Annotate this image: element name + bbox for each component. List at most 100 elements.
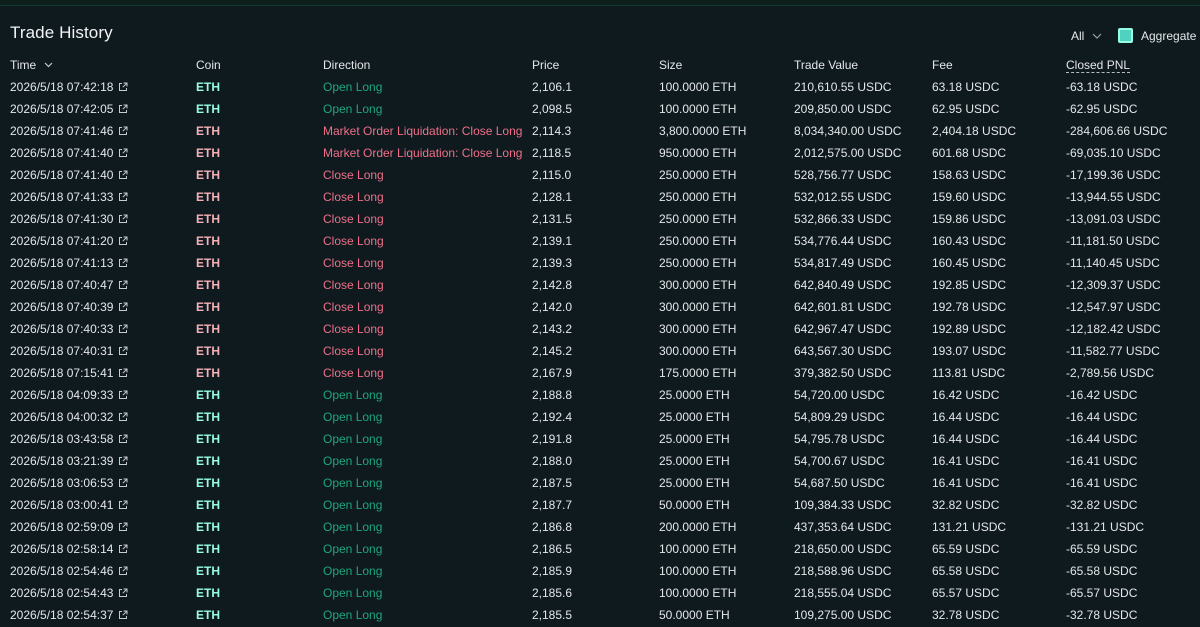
trade-time: 2026/5/18 07:42:05 [10,98,128,120]
trade-size: 100.0000 ETH [659,564,737,578]
trade-coin[interactable]: ETH [196,450,220,472]
external-link-icon[interactable] [118,566,128,576]
external-link-icon[interactable] [118,280,128,290]
external-link-icon[interactable] [118,544,128,554]
external-link-icon[interactable] [118,258,128,268]
trade-value: 532,012.55 USDC [794,190,892,204]
table-row: 2026/5/18 07:41:20 ETH Close Long 2,139.1 25… [0,230,1200,252]
column-header-time[interactable]: Time [10,54,53,76]
external-link-icon[interactable] [118,390,128,400]
column-header-price: Price [532,58,560,72]
trade-coin[interactable]: ETH [196,472,220,494]
trade-fee: 16.44 USDC [932,432,1000,446]
trade-direction: Open Long [323,520,383,534]
trade-coin[interactable]: ETH [196,494,220,516]
trade-closed-pnl: -62.95 USDC [1066,102,1138,116]
closed-pnl-tooltip-label[interactable]: Closed PNL [1066,58,1131,73]
trade-closed-pnl: -11,181.50 USDC [1066,234,1160,248]
external-link-icon[interactable] [118,170,128,180]
trade-price: 2,185.6 [532,586,573,600]
external-link-icon[interactable] [118,104,128,114]
trade-direction: Close Long [323,256,384,270]
external-link-icon[interactable] [118,522,128,532]
trade-coin[interactable]: ETH [196,76,220,98]
trade-price: 2,143.2 [532,322,573,336]
trade-time-text: 2026/5/18 07:40:31 [10,344,114,358]
external-link-icon[interactable] [118,588,128,598]
trade-coin[interactable]: ETH [196,384,220,406]
external-link-icon[interactable] [118,214,128,224]
trade-coin[interactable]: ETH [196,406,220,428]
trade-time-text: 2026/5/18 04:00:32 [10,410,114,424]
aggregate-checkbox[interactable] [1118,28,1133,43]
trade-coin[interactable]: ETH [196,142,220,164]
table-row: 2026/5/18 02:54:37 ETH Open Long 2,185.5 50.… [0,604,1200,626]
external-link-icon[interactable] [118,456,128,466]
external-link-icon[interactable] [118,610,128,620]
trade-closed-pnl: -2,789.56 USDC [1066,366,1155,380]
external-link-icon[interactable] [118,302,128,312]
trade-value: 218,588.96 USDC [794,564,892,578]
trade-price: 2,191.8 [532,432,573,446]
trade-coin[interactable]: ETH [196,538,220,560]
table-row: 2026/5/18 07:15:41 ETH Close Long 2,167.9 17… [0,362,1200,384]
coin-filter-dropdown[interactable]: All [1071,29,1102,43]
trade-time: 2026/5/18 07:15:41 [10,362,128,384]
trade-coin[interactable]: ETH [196,560,220,582]
trade-closed-pnl: -17,199.36 USDC [1066,168,1161,182]
trade-coin[interactable]: ETH [196,208,220,230]
trade-coin[interactable]: ETH [196,318,220,340]
external-link-icon[interactable] [118,236,128,246]
trade-coin[interactable]: ETH [196,582,220,604]
trade-time-text: 2026/5/18 03:21:39 [10,454,114,468]
trade-time: 2026/5/18 07:41:46 [10,120,128,142]
trade-coin[interactable]: ETH [196,516,220,538]
trade-history-table: Time Coin Direction Price Size Trade Val… [0,54,1200,626]
trade-time-text: 2026/5/18 03:43:58 [10,432,114,446]
column-header-closed-pnl[interactable]: Closed PNL [1066,54,1131,76]
trade-size: 250.0000 ETH [659,234,737,248]
trade-value: 218,555.04 USDC [794,586,892,600]
external-link-icon[interactable] [118,82,128,92]
trade-coin[interactable]: ETH [196,98,220,120]
external-link-icon[interactable] [118,192,128,202]
trade-size: 25.0000 ETH [659,432,730,446]
trade-price: 2,128.1 [532,190,573,204]
external-link-icon[interactable] [118,148,128,158]
aggregate-toggle[interactable]: Aggregate [1118,28,1196,43]
trade-coin[interactable]: ETH [196,362,220,384]
trade-price: 2,139.3 [532,256,573,270]
external-link-icon[interactable] [118,324,128,334]
trade-coin[interactable]: ETH [196,296,220,318]
external-link-icon[interactable] [118,346,128,356]
trade-coin[interactable]: ETH [196,230,220,252]
trade-value: 109,275.00 USDC [794,608,892,622]
trade-coin[interactable]: ETH [196,428,220,450]
trade-direction: Open Long [323,410,383,424]
trade-closed-pnl: -16.41 USDC [1066,454,1138,468]
external-link-icon[interactable] [118,434,128,444]
trade-coin[interactable]: ETH [196,252,220,274]
trade-size: 3,800.0000 ETH [659,124,747,138]
trade-coin[interactable]: ETH [196,186,220,208]
trade-coin[interactable]: ETH [196,604,220,626]
trade-coin[interactable]: ETH [196,164,220,186]
trade-size: 300.0000 ETH [659,322,737,336]
external-link-icon[interactable] [118,478,128,488]
external-link-icon[interactable] [118,500,128,510]
trade-value: 532,866.33 USDC [794,212,892,226]
trade-coin[interactable]: ETH [196,274,220,296]
external-link-icon[interactable] [118,368,128,378]
trade-price: 2,186.5 [532,542,573,556]
trade-coin[interactable]: ETH [196,120,220,142]
trade-direction: Close Long [323,212,384,226]
trade-coin[interactable]: ETH [196,340,220,362]
chevron-down-icon [44,62,53,68]
trade-time-text: 2026/5/18 07:40:47 [10,278,114,292]
trade-closed-pnl: -131.21 USDC [1066,520,1145,534]
trade-value: 54,720.00 USDC [794,388,885,402]
trade-time-text: 2026/5/18 07:41:13 [10,256,114,270]
trade-fee: 601.68 USDC [932,146,1007,160]
external-link-icon[interactable] [118,126,128,136]
external-link-icon[interactable] [118,412,128,422]
